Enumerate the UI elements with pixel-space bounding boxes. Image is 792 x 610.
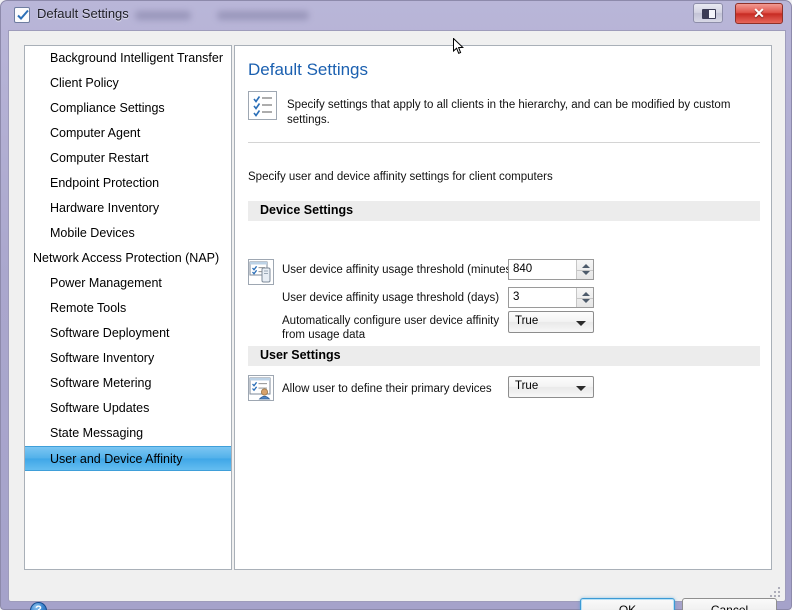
- setting-label-usage-threshold-minutes: User device affinity usage threshold (mi…: [282, 264, 516, 276]
- setting-label-usage-threshold-days: User device affinity usage threshold (da…: [282, 292, 500, 304]
- stepper-down-icon[interactable]: [582, 299, 590, 303]
- restore-icon: [702, 9, 716, 19]
- dialog-client-area: Background Intelligent Transfer Client Po…: [8, 30, 786, 610]
- user-checklist-icon: [248, 375, 274, 401]
- section-title: User Settings: [260, 348, 341, 362]
- allow-primary-devices-dropdown[interactable]: True: [508, 376, 594, 398]
- close-icon: ✕: [753, 5, 765, 21]
- sidebar-item[interactable]: Client Policy: [25, 71, 231, 96]
- section-header-user-settings: User Settings: [248, 346, 760, 366]
- sidebar-item[interactable]: Background Intelligent Transfer: [25, 46, 231, 71]
- window-title: Default Settings: [37, 6, 129, 21]
- sidebar-item[interactable]: Software Metering: [25, 371, 231, 396]
- checklist-icon: [248, 91, 277, 120]
- stepper-buttons[interactable]: [576, 288, 593, 307]
- sidebar-item[interactable]: User and Device Affinity: [25, 446, 231, 471]
- sidebar-item[interactable]: Computer Restart: [25, 146, 231, 171]
- stepper-value: 3: [513, 291, 520, 303]
- window-frame: Default Settings ✕ Background Intelligen…: [0, 0, 792, 610]
- section-instruction: Specify user and device affinity setting…: [248, 171, 553, 183]
- ok-button[interactable]: OK: [580, 598, 675, 610]
- title-bar[interactable]: Default Settings ✕: [1, 1, 791, 30]
- cancel-button[interactable]: Cancel: [682, 598, 777, 610]
- sidebar-item[interactable]: Compliance Settings: [25, 96, 231, 121]
- sidebar-item[interactable]: Network Access Protection (NAP): [25, 246, 231, 271]
- stepper-down-icon[interactable]: [582, 271, 590, 275]
- resize-grip[interactable]: [770, 587, 781, 598]
- setting-label-auto-configure-affinity: Automatically configure user device affi…: [282, 315, 500, 341]
- sidebar-item[interactable]: Mobile Devices: [25, 221, 231, 246]
- sidebar-item[interactable]: Software Updates: [25, 396, 231, 421]
- usage-threshold-days-stepper[interactable]: 3: [508, 287, 594, 308]
- auto-configure-affinity-dropdown[interactable]: True: [508, 311, 594, 333]
- restore-button[interactable]: [693, 3, 723, 23]
- stepper-value: 840: [513, 263, 533, 275]
- sidebar-item[interactable]: Computer Agent: [25, 121, 231, 146]
- chevron-down-icon: [576, 386, 586, 391]
- settings-detail-panel: Default Settings Specify settings that a…: [234, 45, 772, 570]
- sidebar-item[interactable]: Software Deployment: [25, 321, 231, 346]
- sidebar-item[interactable]: Software Inventory: [25, 346, 231, 371]
- computer-checklist-icon: [248, 259, 274, 285]
- help-icon[interactable]: ?: [30, 602, 47, 610]
- stepper-up-icon[interactable]: [582, 292, 590, 296]
- stepper-up-icon[interactable]: [582, 264, 590, 268]
- setting-label-allow-primary-devices: Allow user to define their primary devic…: [282, 383, 492, 395]
- dropdown-value: True: [515, 380, 539, 392]
- section-header-device-settings: Device Settings: [248, 201, 760, 221]
- header-divider: [248, 142, 760, 143]
- usage-threshold-minutes-stepper[interactable]: 840: [508, 259, 594, 280]
- settings-category-list[interactable]: Background Intelligent Transfer Client Po…: [24, 45, 232, 570]
- sidebar-item[interactable]: State Messaging: [25, 421, 231, 446]
- section-title: Device Settings: [260, 203, 354, 217]
- sidebar-item[interactable]: Power Management: [25, 271, 231, 296]
- page-description: Specify settings that apply to all clien…: [287, 99, 731, 126]
- chevron-down-icon: [576, 321, 586, 326]
- application-window: Default Settings ✕ Background Intelligen…: [0, 0, 792, 610]
- dropdown-value: True: [515, 315, 539, 327]
- help-glyph: ?: [35, 604, 42, 610]
- sidebar-item[interactable]: Endpoint Protection: [25, 171, 231, 196]
- stepper-buttons[interactable]: [576, 260, 593, 279]
- page-title: Default Settings: [248, 60, 369, 79]
- close-button[interactable]: ✕: [735, 3, 783, 24]
- sidebar-item[interactable]: Remote Tools: [25, 296, 231, 321]
- checkbox-icon: [14, 7, 30, 23]
- sidebar-item[interactable]: Hardware Inventory: [25, 196, 231, 221]
